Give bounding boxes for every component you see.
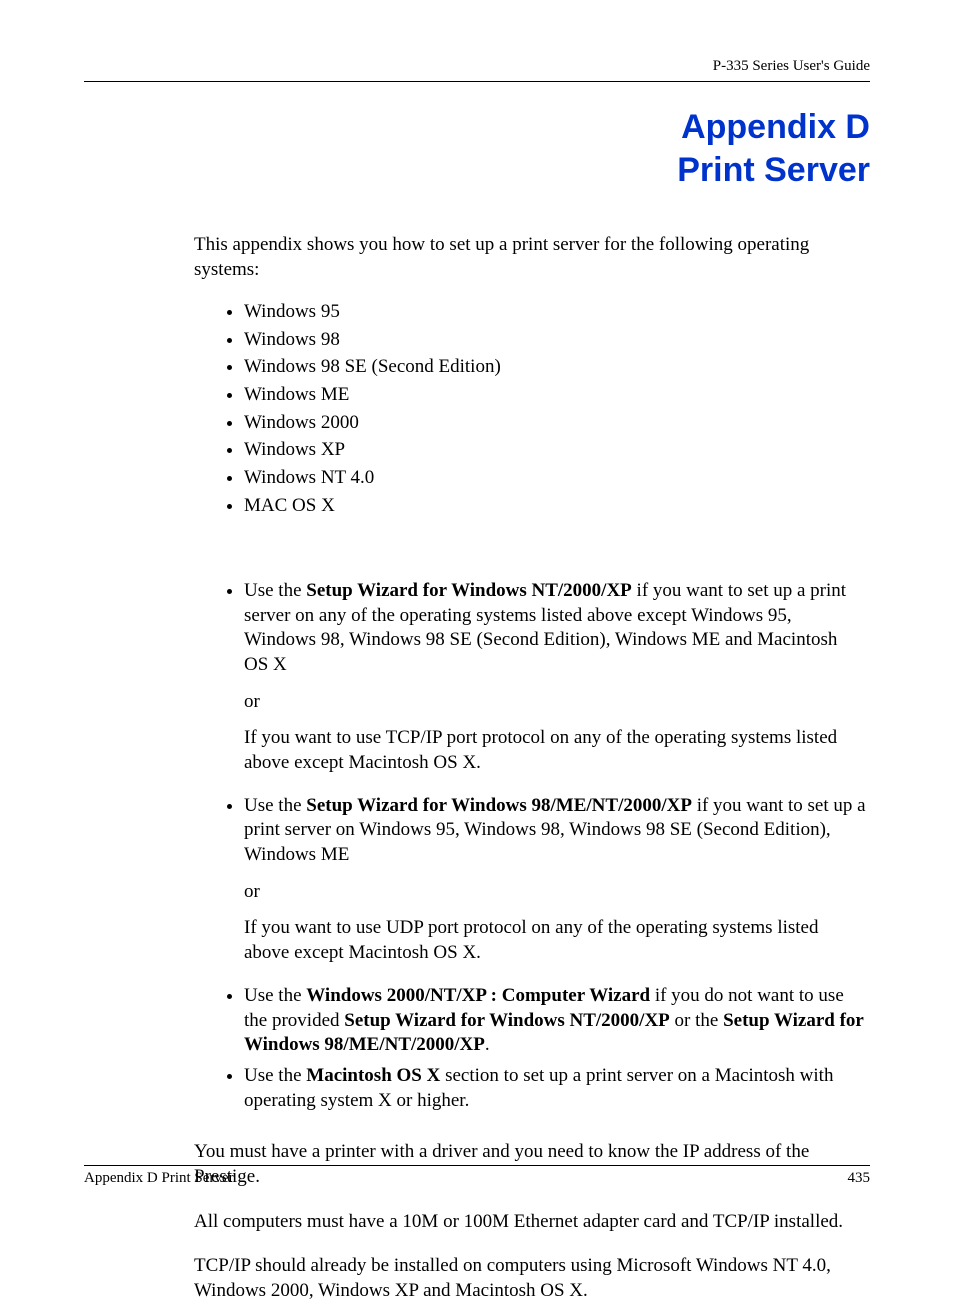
- page-footer: Appendix D Print Server 435: [84, 1165, 870, 1187]
- wizard-name-bold: Macintosh OS X: [306, 1065, 440, 1086]
- os-item: Windows 98: [244, 326, 866, 354]
- guide-title: P-335 Series User's Guide: [713, 58, 870, 74]
- page-container: P-335 Series User's Guide Appendix D Pri…: [0, 0, 954, 1235]
- title-line1: Appendix D: [681, 108, 870, 146]
- os-list: Windows 95 Windows 98 Windows 98 SE (Sec…: [244, 298, 866, 520]
- closing-paragraph-2: All computers must have a 10M or 100M Et…: [194, 1210, 866, 1235]
- os-item: Windows XP: [244, 437, 866, 465]
- os-item: Windows 98 SE (Second Edition): [244, 354, 866, 382]
- page-header: P-335 Series User's Guide: [84, 50, 870, 82]
- os-item: Windows NT 4.0: [244, 465, 866, 493]
- os-item: Windows 95: [244, 298, 866, 326]
- footer-page-number: 435: [848, 1170, 871, 1187]
- wizard-item-macintosh: Use the Macintosh OS X section to set up…: [244, 1061, 866, 1116]
- sub-condition: If you want to use TCP/IP port protocol …: [244, 726, 866, 775]
- text: Use the: [244, 985, 306, 1006]
- wizard-item-nt2000xp: Use the Setup Wizard for Windows NT/2000…: [244, 576, 866, 791]
- or-text: or: [244, 690, 866, 715]
- or-text: or: [244, 880, 866, 905]
- closing-paragraph-3: TCP/IP should already be installed on co…: [194, 1254, 866, 1303]
- os-item: Windows 2000: [244, 409, 866, 437]
- text: Use the: [244, 1065, 306, 1086]
- wizard-name-bold: Setup Wizard for Windows NT/2000/XP: [344, 1010, 670, 1031]
- footer-left: Appendix D Print Server: [84, 1170, 234, 1187]
- intro-paragraph: This appendix shows you how to set up a …: [194, 233, 866, 282]
- wizard-name-bold: Setup Wizard for Windows 98/ME/NT/2000/X…: [306, 795, 692, 816]
- appendix-title: Appendix D Print Server: [84, 106, 870, 191]
- text: Use the: [244, 580, 306, 601]
- wizard-list: Use the Setup Wizard for Windows NT/2000…: [244, 576, 866, 1116]
- os-item: MAC OS X: [244, 492, 866, 520]
- title-line2: Print Server: [677, 151, 870, 189]
- wizard-item-computer-wizard: Use the Windows 2000/NT/XP : Computer Wi…: [244, 981, 866, 1061]
- wizard-name-bold: Windows 2000/NT/XP : Computer Wizard: [306, 985, 650, 1006]
- sub-condition: If you want to use UDP port protocol on …: [244, 916, 866, 965]
- body-content: This appendix shows you how to set up a …: [194, 233, 866, 1304]
- text: .: [485, 1034, 490, 1055]
- text: Use the: [244, 795, 306, 816]
- wizard-item-98me: Use the Setup Wizard for Windows 98/ME/N…: [244, 791, 866, 981]
- os-item: Windows ME: [244, 381, 866, 409]
- text: or the: [670, 1010, 723, 1031]
- wizard-name-bold: Setup Wizard for Windows NT/2000/XP: [306, 580, 632, 601]
